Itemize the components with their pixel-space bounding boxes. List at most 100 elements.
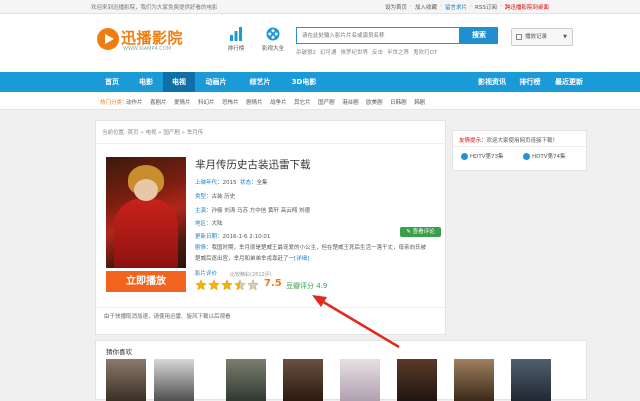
recommend-thumb[interactable] [340, 359, 380, 401]
recommend-thumb[interactable] [283, 359, 323, 401]
bar-chart-icon [230, 27, 242, 41]
star-icon[interactable] [247, 279, 259, 291]
nav-home[interactable]: 首页 [96, 72, 128, 92]
logo-text: 迅播影院 [121, 29, 184, 47]
genre-value: 古装 历史 [211, 194, 236, 200]
plot-label: 剧情： [195, 245, 212, 251]
ranking-link[interactable]: 排行榜 [221, 27, 251, 52]
hotcat-item[interactable]: 韩剧 [414, 98, 425, 106]
comment-label: 查看评论 [412, 229, 435, 235]
hotword[interactable]: 反击 [372, 48, 383, 56]
site-logo[interactable]: 迅播影院 WWW.XIAMP4.COM [96, 27, 200, 57]
hotcat-item[interactable]: 恐怖片 [222, 98, 239, 106]
episode-link[interactable]: HDTV第73集 [461, 152, 504, 160]
star-icon[interactable] [195, 279, 207, 291]
hotcat-item[interactable]: 日韩剧 [390, 98, 407, 106]
recommend-thumb[interactable] [397, 359, 437, 401]
plot-text-2: 楚威后逐出宫，芈月和弟弟芈戎靠赶了一 [195, 256, 295, 262]
search-input[interactable] [296, 27, 460, 44]
hotcat-item[interactable]: 爱情片 [174, 98, 191, 106]
recommend-thumb[interactable] [226, 359, 266, 401]
nav-ranking[interactable]: 排行榜 [514, 72, 546, 92]
hotcat-item[interactable]: 国产剧 [318, 98, 335, 106]
top-bar: 欢迎来到迅播影院，我们为大家免费提供好看的电影 设为首页 - 加入收藏 - 留言求片… [0, 0, 640, 14]
play-history-button[interactable]: 播放记录 ▼ [511, 28, 573, 46]
episode-link[interactable]: HDTV第74集 [523, 152, 566, 160]
recommend-thumb[interactable] [106, 359, 146, 401]
star-icon[interactable] [208, 279, 220, 291]
star-icon[interactable] [234, 279, 246, 291]
hotcat-item[interactable]: 动作片 [126, 98, 143, 106]
nav-movies[interactable]: 电影 [130, 72, 162, 92]
hotcat-item[interactable]: 剧情片 [246, 98, 263, 106]
douban-label: 豆瓣评分 [286, 282, 314, 290]
douban-score: 4.9 [316, 282, 328, 290]
hint-text: 欢迎大家使用网页连接下载！ [486, 138, 559, 144]
update-label: 更新日期： [195, 234, 223, 240]
year-label: 上映年代： [195, 180, 223, 186]
top-links: 设为首页 - 加入收藏 - 留言求片 - RSS订阅 - 跨迅播影院到桌面 [385, 3, 549, 11]
recommend-thumb[interactable] [454, 359, 494, 401]
movie-catalog-link[interactable]: 影视大全 [258, 27, 288, 52]
update-row: 更新日期：2016-1-6 2:10:01 [195, 232, 270, 240]
region-value: 大陆 [211, 221, 223, 227]
rating-score: 7.5 [264, 278, 282, 289]
episode-label: HDTV第73集 [470, 154, 504, 160]
movie-poster[interactable] [106, 157, 186, 268]
cast-row: 主演：孙俪 刘涛 马苏 方中信 黄轩 高云翔 刘德 [195, 206, 310, 214]
star-icon[interactable] [221, 279, 233, 291]
main-nav: 首页 电影 电视 动画片 综艺片 3D电影 影视资讯 排行榜 最近更新 [0, 72, 640, 92]
play-now-button[interactable]: 立即播放 [106, 271, 186, 292]
hotword[interactable]: 幻可通 [320, 48, 337, 56]
link-request-movie[interactable]: 留言求片 [445, 3, 467, 11]
nav-3d[interactable]: 3D电影 [284, 72, 324, 92]
update-value: 2016-1-6 2:10:01 [222, 234, 271, 240]
hotword[interactable]: 杀破狼2 [296, 48, 316, 56]
link-add-favorite[interactable]: 加入收藏 [415, 3, 437, 11]
nav-tv[interactable]: 电视 [163, 72, 195, 92]
breadcrumb-domestic[interactable]: 国产剧 [163, 130, 180, 136]
plot-text-1: 我国时期，芈月原是楚威王最宠爱的小公主，但在楚威王死后生活一落千丈，母亲向氏被 [211, 245, 427, 251]
hint-label: 友情提示： [459, 138, 487, 144]
hotcat-item[interactable]: 欧美剧 [366, 98, 383, 106]
episode-icon [461, 153, 468, 160]
breadcrumb-tv[interactable]: 电视 [146, 130, 157, 136]
search-button[interactable]: 搜索 [460, 27, 498, 44]
hotword[interactable]: 侏罗纪世界 [341, 48, 369, 56]
history-label: 播放记录 [525, 34, 548, 40]
episode-icon [523, 153, 530, 160]
hotword[interactable]: 鬼吹灯OT [413, 48, 437, 56]
star-rating[interactable] [195, 279, 259, 291]
rating-label: 影片评价 [195, 271, 218, 277]
recommend-thumb[interactable] [154, 359, 194, 401]
nav-animation[interactable]: 动画片 [197, 72, 235, 92]
nav-variety[interactable]: 综艺片 [243, 72, 277, 92]
status-label: 状态： [240, 180, 257, 186]
nav-news[interactable]: 影视资讯 [471, 72, 513, 92]
hint-header: 友情提示：欢迎大家使用网页连接下载！ [459, 136, 558, 144]
recommend-title: 猜你喜欢 [106, 348, 132, 356]
breadcrumb-label: 当前位置: [102, 130, 126, 136]
region-row: 地区：大陆 [195, 219, 223, 227]
cast-value: 孙俪 刘涛 马苏 方中信 黄轩 高云翔 刘德 [211, 208, 311, 214]
cast-label: 主演： [195, 208, 212, 214]
hot-categories: 热门分类： 动作片 喜剧片 爱情片 科幻片 恐怖片 剧情片 战争片 其它片 国产… [0, 92, 640, 110]
hotcat-item[interactable]: 喜剧片 [150, 98, 167, 106]
hotword[interactable]: 半世之界 [387, 48, 409, 56]
sidebar-hint-box: 友情提示：欢迎大家使用网页连接下载！ HDTV第73集 HDTV第74集 [452, 130, 587, 171]
breadcrumb: 当前位置: 首页 » 电视 » 国产剧 » 芈月传 [102, 130, 204, 136]
nav-latest[interactable]: 最近更新 [549, 72, 589, 92]
logo-subtext: WWW.XIAMP4.COM [123, 46, 172, 52]
plot-more-link[interactable]: [详细] [294, 256, 309, 262]
breadcrumb-home[interactable]: 首页 [128, 130, 139, 136]
view-comments-button[interactable]: ✎ 查看评论 [400, 227, 441, 237]
link-set-homepage[interactable]: 设为首页 [385, 3, 407, 11]
link-desktop-shortcut[interactable]: 跨迅播影院到桌面 [505, 3, 549, 11]
link-rss[interactable]: RSS订阅 [475, 3, 497, 11]
hotcat-item[interactable]: 战争片 [270, 98, 287, 106]
hotcat-item[interactable]: 其它片 [294, 98, 311, 106]
hotcat-item[interactable]: 科幻片 [198, 98, 215, 106]
hotcat-item[interactable]: 港台剧 [342, 98, 359, 106]
welcome-text: 欢迎来到迅播影院，我们为大家免费提供好看的电影 [91, 5, 218, 11]
recommend-thumb[interactable] [511, 359, 551, 401]
